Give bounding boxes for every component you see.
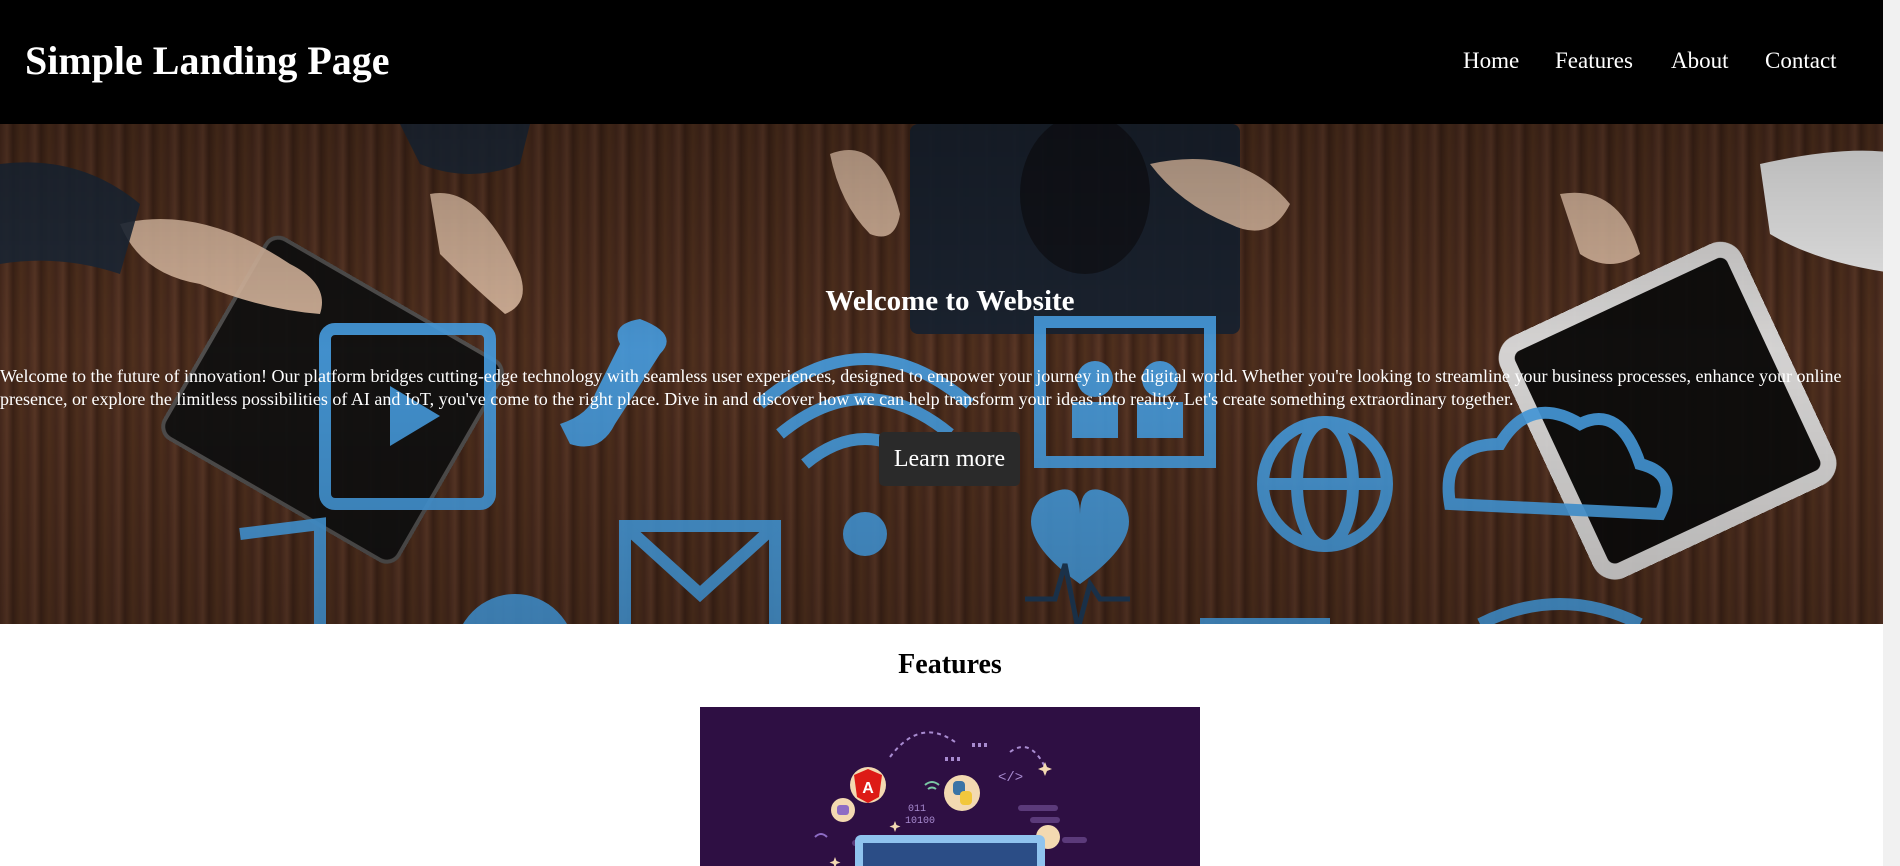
site-header: Simple Landing Page Home Features About …	[0, 0, 1900, 124]
python-logo-icon	[944, 775, 980, 811]
angular-logo-icon: A	[850, 767, 886, 803]
svg-text:A: A	[862, 780, 874, 797]
main-nav: Home Features About Contact	[0, 46, 1900, 76]
learn-more-button[interactable]: Learn more	[879, 432, 1020, 486]
bug-icon	[831, 798, 855, 822]
nav-home-link[interactable]: Home	[1463, 46, 1519, 76]
nav-about-link[interactable]: About	[1671, 46, 1729, 76]
svg-text:</>: </>	[998, 770, 1023, 786]
svg-text:011: 011	[908, 804, 926, 815]
svg-text:10100: 10100	[905, 816, 935, 827]
feature-illustration: A </> 011 10100	[700, 707, 1200, 866]
vertical-scrollbar[interactable]	[1883, 0, 1900, 866]
hero-section: Welcome to Website Welcome to the future…	[0, 124, 1900, 624]
hero-title: Welcome to Website	[825, 285, 1075, 317]
nav-features-link[interactable]: Features	[1555, 46, 1633, 76]
hero-description: Welcome to the future of innovation! Our…	[0, 366, 1842, 409]
coding-illustration: A </> 011 10100	[814, 731, 1087, 866]
nav-contact-link[interactable]: Contact	[1765, 46, 1837, 76]
features-heading: Features	[898, 649, 1002, 680]
